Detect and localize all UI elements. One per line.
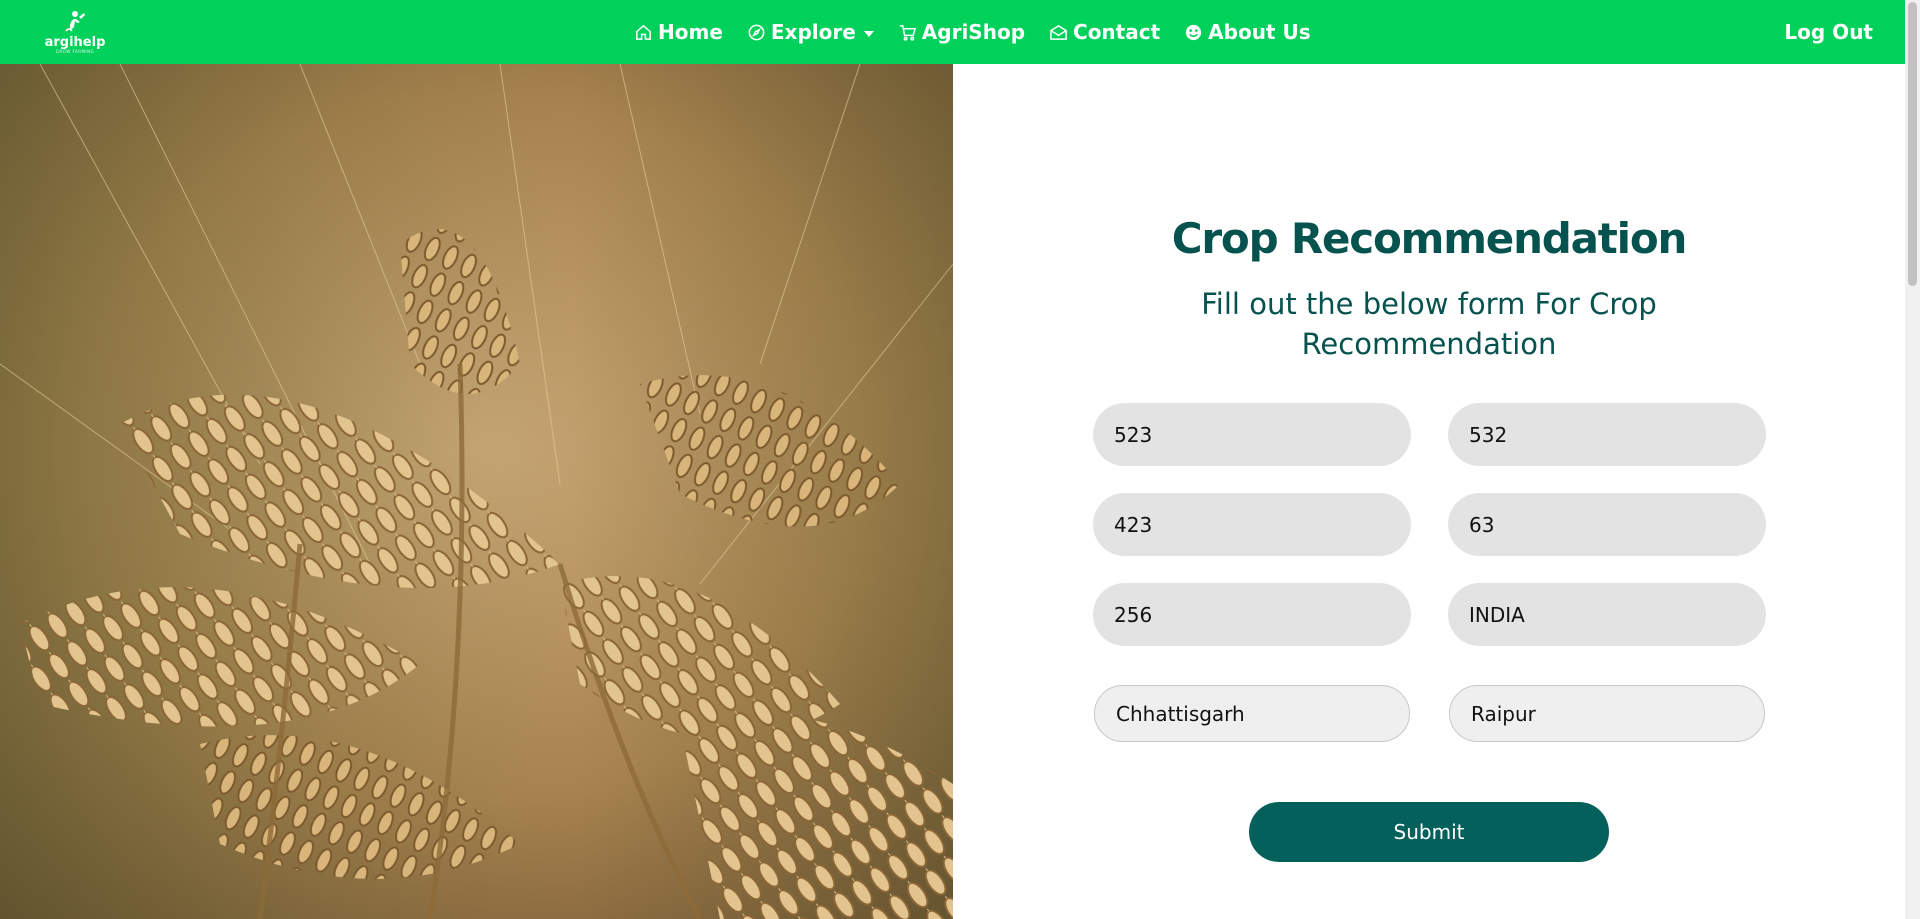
nav-about-label: About Us <box>1208 20 1311 44</box>
field-2-input[interactable] <box>1448 403 1766 466</box>
nav-explore[interactable]: Explore <box>747 20 874 44</box>
city-input[interactable] <box>1449 685 1765 742</box>
country-input[interactable] <box>1448 583 1766 646</box>
nav-about[interactable]: About Us <box>1184 20 1311 44</box>
envelope-icon <box>1050 24 1067 40</box>
page-subtitle: Fill out the below form For Crop Recomme… <box>1201 287 1657 361</box>
nav-contact-label: Contact <box>1073 20 1161 44</box>
field-1-input[interactable] <box>1093 403 1411 466</box>
cart-icon <box>899 24 916 41</box>
nav-agrishop[interactable]: AgriShop <box>898 20 1025 44</box>
chevron-down-icon <box>863 30 874 37</box>
brand-name: argihelp <box>44 35 106 50</box>
submit-button[interactable]: Submit <box>1249 802 1609 862</box>
nav-explore-label: Explore <box>770 20 856 44</box>
crop-form-panel: Crop Recommendation Fill out the below f… <box>953 64 1905 919</box>
scrollbar-thumb[interactable] <box>1908 2 1917 286</box>
navbar: argihelp GROW FARMING Home Explore AgriS… <box>0 0 1905 64</box>
smiley-icon <box>1186 24 1202 40</box>
wheat-field-image <box>0 64 953 919</box>
state-input[interactable] <box>1094 685 1410 742</box>
field-3-input[interactable] <box>1093 493 1411 556</box>
logout-link[interactable]: Log Out <box>1784 0 1873 64</box>
home-icon <box>636 24 651 40</box>
nav-home-label: Home <box>658 20 723 44</box>
compass-icon <box>748 24 765 40</box>
scrollbar[interactable] <box>1905 0 1920 919</box>
brand-tagline: GROW FARMING <box>55 49 95 54</box>
brand-logo[interactable]: argihelp GROW FARMING <box>40 9 110 55</box>
nav-home[interactable]: Home <box>634 20 723 44</box>
nav-contact[interactable]: Contact <box>1049 20 1160 44</box>
field-5-input[interactable] <box>1093 583 1411 646</box>
nav-links: Home Explore AgriShop Contact About Us <box>634 0 1311 64</box>
page-title: Crop Recommendation <box>1171 214 1688 263</box>
farmer-icon <box>65 11 85 32</box>
field-4-input[interactable] <box>1448 493 1766 556</box>
nav-agrishop-label: AgriShop <box>921 20 1026 44</box>
